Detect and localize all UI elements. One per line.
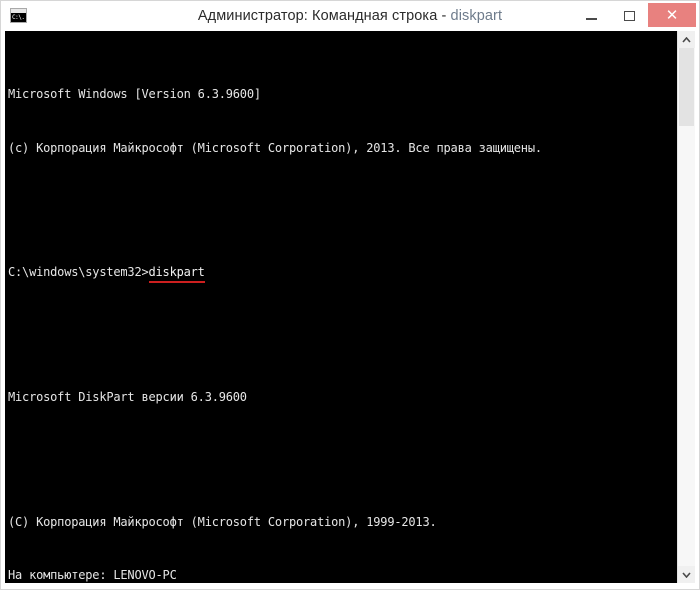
- command-prompt-window: Администратор: Командная строка - diskpa…: [0, 0, 700, 590]
- minimize-icon: [585, 17, 597, 20]
- console-prompt-line: C:\windows\system32>diskpart: [8, 264, 677, 282]
- command-diskpart: diskpart: [148, 265, 205, 280]
- chevron-up-icon: [682, 36, 691, 43]
- close-button[interactable]: ✕: [648, 3, 696, 27]
- console-line: На компьютере: LENOVO-PC: [8, 567, 177, 582]
- scroll-down-button[interactable]: [678, 566, 695, 583]
- console-line: (C) Корпорация Майкрософт (Microsoft Cor…: [8, 514, 437, 529]
- scroll-up-button[interactable]: [678, 31, 695, 48]
- prompt-path: C:\windows\system32>: [8, 265, 149, 280]
- command-prompt-icon: [10, 8, 27, 23]
- window-title-accent: diskpart: [450, 7, 503, 24]
- window-controls: ✕: [572, 1, 699, 30]
- console-output[interactable]: Microsoft Windows [Version 6.3.9600] (c)…: [5, 31, 677, 583]
- console-scrollbar[interactable]: [677, 31, 695, 583]
- title-bar[interactable]: Администратор: Командная строка - diskpa…: [1, 1, 699, 31]
- console-area: Microsoft Windows [Version 6.3.9600] (c)…: [5, 31, 695, 583]
- scrollbar-thumb[interactable]: [679, 48, 694, 126]
- console-line: (c) Корпорация Майкрософт (Microsoft Cor…: [8, 140, 542, 155]
- maximize-icon: [623, 10, 635, 21]
- minimize-button[interactable]: [572, 1, 610, 30]
- chevron-down-icon: [682, 571, 691, 578]
- window-title-main: Администратор: Командная строка -: [197, 7, 451, 24]
- scrollbar-track[interactable]: [678, 48, 695, 566]
- console-line: Microsoft DiskPart версии 6.3.9600: [8, 389, 247, 404]
- console-line: Microsoft Windows [Version 6.3.9600]: [8, 87, 261, 102]
- maximize-button[interactable]: [610, 1, 648, 30]
